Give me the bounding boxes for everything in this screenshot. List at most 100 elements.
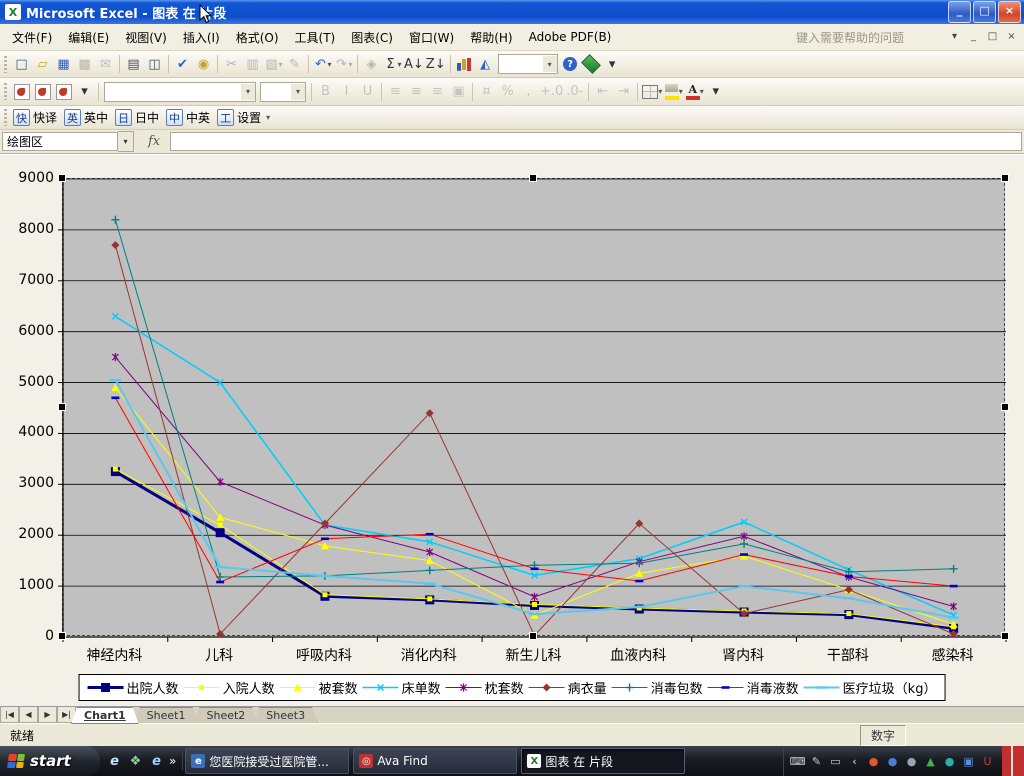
menu-item-2[interactable]: 视图(V) bbox=[117, 26, 175, 49]
legend-item[interactable]: 床单数 bbox=[363, 678, 441, 697]
chevron-down-icon[interactable]: ▾ bbox=[700, 87, 704, 96]
taskbar-task-0[interactable]: e您医院接受过医院管... bbox=[185, 748, 349, 774]
legend-item[interactable]: 病衣量 bbox=[529, 678, 607, 697]
chevron-down-icon[interactable]: ▾ bbox=[397, 60, 401, 69]
help-button[interactable]: ? bbox=[560, 54, 581, 74]
fastait-item-3[interactable]: 中中英 bbox=[166, 109, 210, 126]
legend-item[interactable]: 医疗垃圾（kg） bbox=[804, 678, 937, 697]
insert-function-icon[interactable]: fx bbox=[148, 134, 160, 149]
font-size-combo[interactable]: ▾ bbox=[260, 82, 306, 102]
pen-icon[interactable]: ✎ bbox=[809, 754, 824, 769]
legend-item[interactable]: 入院人数 bbox=[184, 678, 275, 697]
plot-area[interactable] bbox=[62, 178, 1005, 636]
tray-red-icon[interactable]: ● bbox=[866, 754, 881, 769]
series-病衣量[interactable] bbox=[111, 241, 957, 639]
print-button[interactable]: ▤ bbox=[123, 54, 144, 74]
series-消毒包数[interactable] bbox=[111, 216, 957, 581]
tab-scroll-button-2[interactable]: ▶ bbox=[38, 707, 57, 723]
chart-wizard-button[interactable] bbox=[454, 54, 475, 74]
minimize-workbook-button[interactable]: _ bbox=[965, 30, 982, 45]
toolbar-grip[interactable] bbox=[4, 83, 7, 100]
fastait-item-2[interactable]: 日日中 bbox=[115, 109, 159, 126]
toolbar-options-icon[interactable]: ▾ bbox=[266, 113, 270, 122]
new-button[interactable]: □ bbox=[11, 54, 32, 74]
restore-button[interactable]: □ bbox=[973, 1, 996, 23]
fastait-item-1[interactable]: 英英中 bbox=[64, 109, 108, 126]
series-消毒液数[interactable] bbox=[111, 398, 957, 586]
quick-launch-overflow-icon[interactable]: » bbox=[169, 754, 176, 768]
sheet-tab-Sheet2[interactable]: Sheet2 bbox=[193, 707, 258, 724]
chevron-down-icon[interactable]: ▾ bbox=[543, 56, 557, 72]
formatting-options-button[interactable]: ▾ bbox=[705, 82, 726, 102]
selection-handle[interactable] bbox=[1001, 403, 1009, 411]
legend-item[interactable]: 消毒液数 bbox=[708, 678, 799, 697]
ime-mode-icon[interactable]: ▭ bbox=[828, 754, 843, 769]
selection-handle[interactable] bbox=[58, 174, 66, 182]
series-被套数[interactable] bbox=[111, 384, 957, 628]
series-出院人数[interactable] bbox=[111, 467, 958, 633]
tray-window-icon[interactable]: ▣ bbox=[961, 754, 976, 769]
help-box-dropdown-icon[interactable]: ▾ bbox=[946, 30, 963, 45]
pdf-create-button[interactable] bbox=[11, 82, 32, 102]
name-box-dropdown[interactable]: ▾ bbox=[118, 131, 134, 152]
drawing-button[interactable]: ◭ bbox=[475, 54, 496, 74]
chevron-down-icon[interactable]: ▾ bbox=[291, 84, 305, 100]
name-box[interactable]: 绘图区 bbox=[2, 132, 118, 151]
selection-handle[interactable] bbox=[1001, 632, 1009, 640]
addin-button[interactable] bbox=[581, 54, 602, 74]
menu-item-4[interactable]: 格式(O) bbox=[228, 26, 287, 49]
restore-workbook-button[interactable]: □ bbox=[984, 30, 1001, 45]
sort-ascending-button[interactable]: A↓ bbox=[403, 54, 425, 74]
help-question-box[interactable]: 键入需要帮助的问题 bbox=[796, 29, 944, 45]
tray-green-icon[interactable]: ▲ bbox=[923, 754, 938, 769]
menu-item-3[interactable]: 插入(I) bbox=[175, 26, 228, 49]
chevron-down-icon[interactable]: ▾ bbox=[278, 60, 282, 69]
menu-item-8[interactable]: 帮助(H) bbox=[462, 26, 520, 49]
chevron-down-icon[interactable]: ▾ bbox=[327, 60, 331, 69]
menu-item-7[interactable]: 窗口(W) bbox=[401, 26, 462, 49]
selection-handle[interactable] bbox=[58, 403, 66, 411]
menu-item-0[interactable]: 文件(F) bbox=[4, 26, 60, 49]
chevron-down-icon[interactable]: ▾ bbox=[348, 60, 352, 69]
chevron-down-icon[interactable]: ▾ bbox=[658, 87, 662, 96]
font-color-button[interactable]: A▾ bbox=[684, 82, 705, 102]
pdf-email-button[interactable] bbox=[32, 82, 53, 102]
autosum-button[interactable]: Σ▾ bbox=[382, 54, 403, 74]
open-button[interactable]: ▱ bbox=[32, 54, 53, 74]
tray-blue-icon[interactable]: ● bbox=[885, 754, 900, 769]
tray-gray-icon[interactable]: ● bbox=[904, 754, 919, 769]
chevron-down-icon[interactable]: ▾ bbox=[241, 84, 255, 100]
series-枕套数[interactable] bbox=[112, 353, 956, 610]
toolbar-grip[interactable] bbox=[4, 56, 7, 73]
print-preview-button[interactable]: ◫ bbox=[144, 54, 165, 74]
menu-item-5[interactable]: 工具(T) bbox=[287, 26, 344, 49]
zoom-combo[interactable]: ▾ bbox=[498, 54, 558, 74]
chevron-down-icon[interactable]: ▾ bbox=[679, 87, 683, 96]
tab-scroll-button-1[interactable]: ◀ bbox=[19, 707, 38, 723]
pdf-review-button[interactable] bbox=[53, 82, 74, 102]
start-button[interactable]: start bbox=[0, 746, 100, 776]
font-combo[interactable]: ▾ bbox=[104, 82, 256, 102]
legend-item[interactable]: 枕套数 bbox=[446, 678, 524, 697]
taskbar-task-1[interactable]: ◎Ava Find bbox=[353, 748, 517, 774]
tray-u-icon[interactable]: U bbox=[980, 754, 995, 769]
explorer-icon[interactable]: e bbox=[148, 753, 165, 770]
toolbar-grip[interactable] bbox=[4, 109, 7, 126]
borders-button[interactable]: ▾ bbox=[641, 82, 663, 102]
ime-banner[interactable] bbox=[1002, 746, 1024, 776]
selection-handle[interactable] bbox=[529, 174, 537, 182]
taskbar-task-2[interactable]: X图表 在 片段 bbox=[521, 748, 685, 774]
series-医疗垃圾（kg）[interactable] bbox=[110, 380, 959, 618]
sheet-tab-Chart1[interactable]: Chart1 bbox=[71, 707, 139, 724]
fastait-item-4[interactable]: 工设置 bbox=[217, 109, 261, 126]
formula-input[interactable] bbox=[170, 132, 1022, 151]
selection-handle[interactable] bbox=[1001, 174, 1009, 182]
legend-item[interactable]: 消毒包数 bbox=[612, 678, 703, 697]
spelling-button[interactable]: ✔ bbox=[172, 54, 193, 74]
menu-item-6[interactable]: 图表(C) bbox=[343, 26, 401, 49]
keyboard-icon[interactable]: ⌨ bbox=[790, 754, 805, 769]
ie-icon[interactable]: e bbox=[106, 753, 123, 770]
research-button[interactable]: ◉ bbox=[193, 54, 214, 74]
undo-button[interactable]: ↶▾ bbox=[312, 54, 333, 74]
close-workbook-button[interactable]: × bbox=[1003, 30, 1020, 45]
